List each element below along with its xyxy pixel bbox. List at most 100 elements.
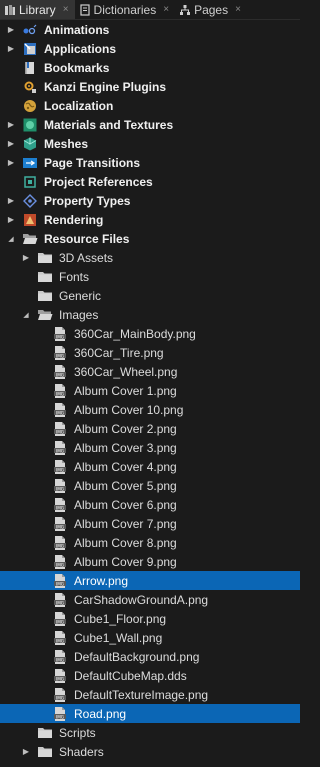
tree-row[interactable]: Localization bbox=[0, 96, 300, 115]
tree-item-label: DefaultBackground.png bbox=[74, 649, 200, 664]
tree-item-label: 360Car_Wheel.png bbox=[74, 364, 178, 379]
expand-arrow-icon[interactable]: ▶ bbox=[21, 742, 31, 761]
tree-row[interactable]: Kanzi Engine Plugins bbox=[0, 77, 300, 96]
image-file-icon: IMG bbox=[52, 611, 68, 627]
expand-arrow-icon[interactable]: ▶ bbox=[6, 20, 16, 39]
tree-item-label: Shaders bbox=[59, 744, 104, 759]
tree-item-label: 360Car_Tire.png bbox=[74, 345, 164, 360]
dictionary-icon bbox=[79, 3, 91, 16]
image-file-icon: IMG bbox=[52, 516, 68, 532]
tree-row[interactable]: ▶ Meshes bbox=[0, 134, 300, 153]
tree-row[interactable]: IMG Album Cover 8.png bbox=[0, 533, 300, 552]
svg-text:IMG: IMG bbox=[56, 657, 64, 662]
tree-row[interactable]: ▶ Animations bbox=[0, 20, 300, 39]
tree-row[interactable]: ▶ Applications bbox=[0, 39, 300, 58]
expand-arrow-icon[interactable]: ▶ bbox=[6, 134, 16, 153]
tab-pages[interactable]: Pages × bbox=[175, 0, 247, 19]
tree-row[interactable]: Project References bbox=[0, 172, 300, 191]
tree-row[interactable]: Scripts bbox=[0, 723, 300, 742]
tree-row[interactable]: IMG Album Cover 10.png bbox=[0, 400, 300, 419]
tree-item-label: Album Cover 2.png bbox=[74, 421, 177, 436]
tree-row[interactable]: IMG Album Cover 4.png bbox=[0, 457, 300, 476]
collapse-arrow-icon[interactable]: ◢ bbox=[6, 229, 16, 248]
tree-row[interactable]: ◢ Images bbox=[0, 305, 300, 324]
collapse-arrow-icon[interactable]: ◢ bbox=[21, 305, 31, 324]
tree-row[interactable]: ▶ Page Transitions bbox=[0, 153, 300, 172]
meshes-icon bbox=[22, 136, 38, 152]
expand-arrow-icon[interactable]: ▶ bbox=[6, 115, 16, 134]
tree-row[interactable]: IMG DefaultBackground.png bbox=[0, 647, 300, 666]
tab-library[interactable]: Library × bbox=[0, 0, 75, 19]
tree-row[interactable]: IMG Album Cover 5.png bbox=[0, 476, 300, 495]
tree-row[interactable]: IMG Road.png bbox=[0, 704, 300, 723]
tree-row[interactable]: IMG Album Cover 7.png bbox=[0, 514, 300, 533]
image-file-icon: IMG bbox=[52, 554, 68, 570]
svg-text:IMG: IMG bbox=[56, 334, 64, 339]
tree-row[interactable]: IMG Album Cover 3.png bbox=[0, 438, 300, 457]
property-types-icon bbox=[22, 193, 38, 209]
tree-row[interactable]: IMG DefaultCubeMap.dds bbox=[0, 666, 300, 685]
tree-row[interactable]: IMG CarShadowGroundA.png bbox=[0, 590, 300, 609]
close-icon[interactable]: × bbox=[235, 4, 241, 15]
tab-dictionaries[interactable]: Dictionaries × bbox=[75, 0, 176, 19]
image-file-icon: IMG bbox=[52, 345, 68, 361]
tree-row[interactable]: IMG Album Cover 2.png bbox=[0, 419, 300, 438]
close-icon[interactable]: × bbox=[163, 4, 169, 15]
svg-text:IMG: IMG bbox=[56, 638, 64, 643]
tree-row[interactable]: IMG 360Car_MainBody.png bbox=[0, 324, 300, 343]
image-file-icon: IMG bbox=[52, 459, 68, 475]
tab-label: Library bbox=[19, 2, 56, 17]
expand-arrow-icon[interactable]: ▶ bbox=[6, 153, 16, 172]
tree-row[interactable]: ▶ Shaders bbox=[0, 742, 300, 761]
expand-arrow-icon[interactable]: ▶ bbox=[21, 248, 31, 267]
tree-row[interactable]: ▶ Rendering bbox=[0, 210, 300, 229]
tree-row[interactable]: IMG Album Cover 6.png bbox=[0, 495, 300, 514]
tree-row[interactable]: Generic bbox=[0, 286, 300, 305]
tree-item-label: Album Cover 10.png bbox=[74, 402, 184, 417]
image-file-icon: IMG bbox=[52, 687, 68, 703]
tree-row[interactable]: IMG Album Cover 1.png bbox=[0, 381, 300, 400]
tree-row[interactable]: Fonts bbox=[0, 267, 300, 286]
tree-row[interactable]: ▶ 3D Assets bbox=[0, 248, 300, 267]
tree-item-label: Applications bbox=[44, 41, 117, 56]
tree-row[interactable]: IMG Album Cover 9.png bbox=[0, 552, 300, 571]
tree-item-label: Animations bbox=[44, 22, 110, 37]
svg-text:IMG: IMG bbox=[56, 391, 64, 396]
svg-text:IMG: IMG bbox=[56, 467, 64, 472]
tree-item-label: Images bbox=[59, 307, 99, 322]
tree-row[interactable]: IMG Arrow.png bbox=[0, 571, 300, 590]
tree-row[interactable]: ◢ Resource Files bbox=[0, 229, 300, 248]
expand-arrow-icon[interactable]: ▶ bbox=[6, 191, 16, 210]
image-file-icon: IMG bbox=[52, 706, 68, 722]
localization-icon bbox=[22, 98, 38, 114]
image-file-icon: IMG bbox=[52, 535, 68, 551]
tree-row[interactable]: IMG DefaultTextureImage.png bbox=[0, 685, 300, 704]
expand-arrow-icon[interactable]: ▶ bbox=[6, 39, 16, 58]
svg-text:IMG: IMG bbox=[56, 619, 64, 624]
tree-row[interactable]: Bookmarks bbox=[0, 58, 300, 77]
tree-row[interactable]: ▶ Property Types bbox=[0, 191, 300, 210]
tree-item-label: Rendering bbox=[44, 212, 104, 227]
close-icon[interactable]: × bbox=[63, 4, 69, 15]
tree-item-label: Cube1_Wall.png bbox=[74, 630, 163, 645]
tree-item-label: Property Types bbox=[44, 193, 131, 208]
pages-hierarchy-icon bbox=[179, 4, 191, 16]
image-file-icon: IMG bbox=[52, 668, 68, 684]
tree-row[interactable]: IMG Cube1_Wall.png bbox=[0, 628, 300, 647]
tree-item-label: Resource Files bbox=[44, 231, 130, 246]
tree-row[interactable]: IMG Cube1_Floor.png bbox=[0, 609, 300, 628]
tree-row[interactable]: ▶ Materials and Textures bbox=[0, 115, 300, 134]
image-file-icon: IMG bbox=[52, 383, 68, 399]
expand-arrow-icon[interactable]: ▶ bbox=[6, 210, 16, 229]
tree-row[interactable]: IMG 360Car_Wheel.png bbox=[0, 362, 300, 381]
tree-row[interactable]: IMG 360Car_Tire.png bbox=[0, 343, 300, 362]
svg-text:IMG: IMG bbox=[56, 505, 64, 510]
